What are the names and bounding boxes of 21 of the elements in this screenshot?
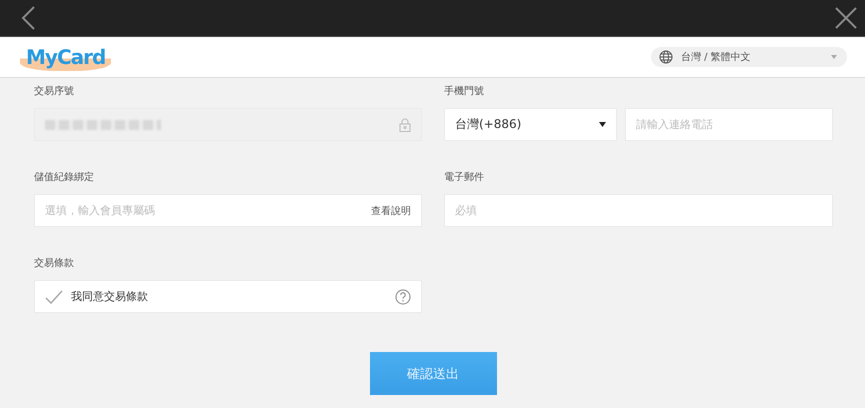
check-icon[interactable]: [45, 290, 63, 304]
field-label: 交易條款: [34, 256, 75, 270]
help-link[interactable]: 查看說明: [371, 204, 411, 218]
field-label: 手機門號: [444, 84, 485, 98]
caret-icon: [831, 55, 837, 59]
field-label: 交易序號: [34, 84, 75, 98]
globe-icon: [659, 50, 673, 64]
phone-field[interactable]: 請輸入連絡電話: [625, 108, 833, 141]
input-field[interactable]: 選填，輸入會員專屬碼 查看說明: [34, 194, 422, 227]
field-label: 儲值紀錄綁定: [34, 170, 95, 184]
caret-icon: [599, 122, 606, 127]
language-selector[interactable]: 台灣 / 繁體中文: [651, 47, 847, 67]
field-label: 電子郵件: [444, 170, 485, 184]
country-dropdown[interactable]: 台灣(+886): [444, 108, 617, 141]
close-icon[interactable]: [835, 7, 857, 29]
lock-icon: [399, 118, 411, 132]
help-icon[interactable]: [395, 288, 411, 304]
text-input[interactable]: 請輸入連絡電話: [636, 109, 822, 140]
back-icon[interactable]: [20, 6, 36, 30]
text-input[interactable]: 選填，輸入會員專屬碼: [45, 195, 371, 226]
terms-text: 我同意交易條款: [71, 289, 148, 304]
